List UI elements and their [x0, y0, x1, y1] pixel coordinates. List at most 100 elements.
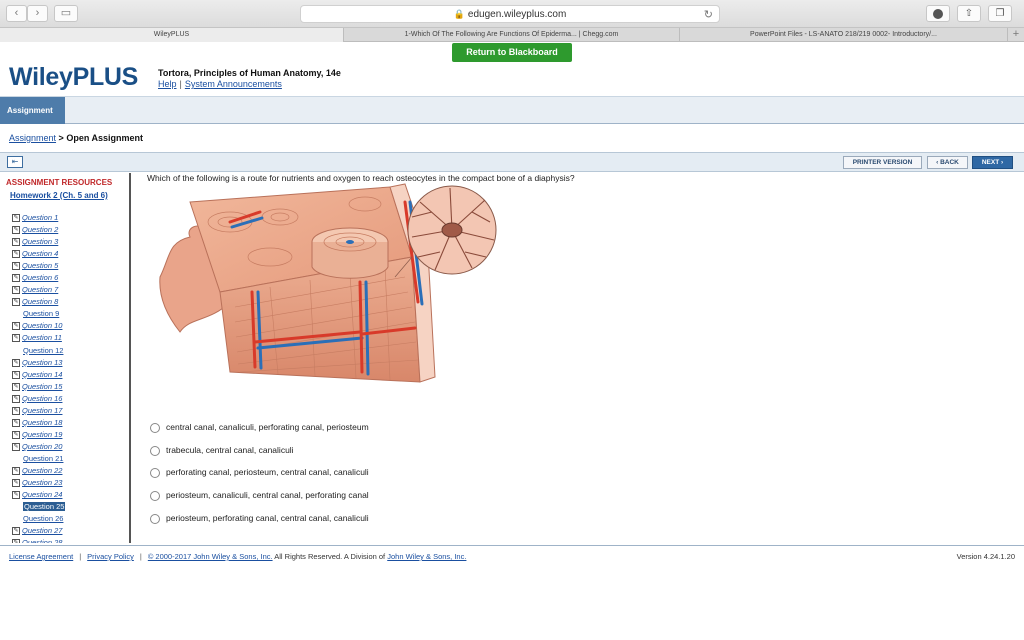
- question-link[interactable]: Question 9: [23, 309, 59, 318]
- sidebar-question-item[interactable]: ✎Question 28: [12, 537, 127, 543]
- license-agreement-link[interactable]: License Agreement: [9, 552, 73, 561]
- sidebar-question-item[interactable]: ✎ Question 13: [12, 357, 127, 369]
- answer-option[interactable]: periosteum, perforating canal, central c…: [150, 513, 470, 525]
- sidebar-question-item[interactable]: Question 21: [12, 453, 127, 465]
- question-link[interactable]: Question 6: [22, 273, 58, 282]
- question-link[interactable]: Question 10: [22, 321, 62, 330]
- radio-button[interactable]: [150, 445, 160, 456]
- new-tab-icon[interactable]: +: [1008, 28, 1024, 42]
- sidebar-question-item[interactable]: ✎ Question 24: [12, 489, 127, 501]
- question-link[interactable]: Question 18: [22, 418, 62, 427]
- sidebar-question-item[interactable]: ✎ Question 14: [12, 369, 127, 381]
- question-link[interactable]: Question 21: [23, 454, 63, 463]
- sidebar-question-item[interactable]: ✎ Question 19: [12, 429, 127, 441]
- sidebar-question-item[interactable]: ✎ Question 4: [12, 248, 127, 260]
- browser-tab-wileyplus[interactable]: WileyPLUS: [0, 28, 344, 42]
- forward-arrow-icon[interactable]: ›: [27, 5, 48, 22]
- sidebar-question-item[interactable]: ✎ Question 8: [12, 296, 127, 308]
- tabs-overview-icon[interactable]: ❐: [988, 5, 1012, 22]
- sidebar-question-item[interactable]: ✎ Question 15: [12, 381, 127, 393]
- tab-assignment[interactable]: Assignment: [0, 97, 65, 124]
- radio-button[interactable]: [150, 422, 160, 433]
- address-bar[interactable]: 🔒 edugen.wileyplus.com ↻: [300, 5, 720, 23]
- answered-check-icon: ✎: [12, 334, 20, 343]
- answer-option[interactable]: periosteum, canaliculi, central canal, p…: [150, 490, 470, 502]
- question-link[interactable]: Question 14: [22, 370, 62, 379]
- sidebar-question-item[interactable]: Question 12: [12, 345, 127, 357]
- sidebar-question-item[interactable]: ✎ Question 3: [12, 236, 127, 248]
- sidebar-question-item[interactable]: ✎ Question 7: [12, 284, 127, 296]
- homework-link[interactable]: Homework 2 (Ch. 5 and 6): [10, 191, 125, 201]
- answered-check-icon: ✎: [12, 226, 20, 235]
- back-arrow-icon[interactable]: ‹: [6, 5, 27, 22]
- browser-tab-powerpoint[interactable]: PowerPoint Files - LS-ANATO 218/219 0002…: [680, 28, 1008, 42]
- question-link[interactable]: Question 16: [22, 394, 62, 403]
- downloads-icon[interactable]: [926, 5, 950, 22]
- sidebar-question-item[interactable]: ✎ Question 20: [12, 441, 127, 453]
- question-link[interactable]: Question 8: [22, 297, 58, 306]
- collapse-sidebar-icon[interactable]: ⇤: [7, 156, 23, 168]
- question-link[interactable]: Question 22: [22, 466, 62, 475]
- sidebar-question-item[interactable]: ✎ Question 11: [12, 332, 127, 344]
- sidebar-question-item[interactable]: ✎ Question 22: [12, 465, 127, 477]
- sidebar-question-item[interactable]: Question 25: [12, 501, 127, 513]
- radio-button[interactable]: [150, 513, 160, 524]
- question-link[interactable]: Question 20: [22, 442, 62, 451]
- browser-tab-chegg[interactable]: 1-Which Of The Following Are Functions O…: [344, 28, 680, 42]
- breadcrumb-assignment-link[interactable]: Assignment: [9, 133, 56, 143]
- question-link[interactable]: Question 4: [22, 249, 58, 258]
- question-link[interactable]: Question 23: [22, 478, 62, 487]
- question-link[interactable]: Question 13: [22, 358, 62, 367]
- answer-label: trabecula, central canal, canaliculi: [166, 445, 294, 455]
- sidebar-question-item[interactable]: Question 26: [12, 513, 127, 525]
- question-link[interactable]: Question 2: [22, 225, 58, 234]
- sidebar-question-item[interactable]: ✎ Question 10: [12, 320, 127, 332]
- sidebar-question-item[interactable]: ✎ Question 27: [12, 525, 127, 537]
- question-link[interactable]: Question 3: [22, 237, 58, 246]
- question-link[interactable]: Question 15: [22, 382, 62, 391]
- question-link[interactable]: Question 5: [22, 261, 58, 270]
- radio-button[interactable]: [150, 490, 160, 501]
- system-announcements-link[interactable]: System Announcements: [185, 79, 282, 89]
- question-link[interactable]: Question 28: [22, 538, 62, 543]
- question-link[interactable]: Question 1: [22, 213, 58, 222]
- next-label: NEXT: [981, 159, 1000, 166]
- next-button[interactable]: NEXT ›: [972, 156, 1013, 169]
- question-link[interactable]: Question 24: [22, 490, 62, 499]
- sidebar-question-item[interactable]: Question 9: [12, 308, 127, 320]
- answer-option[interactable]: perforating canal, periosteum, central c…: [150, 467, 470, 479]
- question-link[interactable]: Question 19: [22, 430, 62, 439]
- answered-check-icon: ✎: [12, 370, 20, 379]
- answer-option[interactable]: trabecula, central canal, canaliculi: [150, 445, 470, 457]
- question-link[interactable]: Question 17: [22, 406, 62, 415]
- sidebar-question-item[interactable]: ✎ Question 1: [12, 212, 127, 224]
- help-links: Help | System Announcements: [158, 79, 282, 89]
- wiley-company-link[interactable]: John Wiley & Sons, Inc.: [387, 552, 466, 561]
- answer-option[interactable]: central canal, canaliculi, perforating c…: [150, 422, 470, 434]
- printer-version-button[interactable]: PRINTER VERSION: [843, 156, 922, 169]
- question-link[interactable]: Question 11: [22, 333, 62, 342]
- return-to-blackboard-button[interactable]: Return to Blackboard: [452, 43, 572, 62]
- sidebar-question-item[interactable]: ✎ Question 6: [12, 272, 127, 284]
- question-link[interactable]: Question 25: [23, 502, 66, 512]
- question-link[interactable]: Question 26: [23, 514, 63, 523]
- back-button[interactable]: ‹ BACK: [927, 156, 968, 169]
- question-link[interactable]: Question 7: [22, 285, 58, 294]
- sidebar-question-item[interactable]: ✎ Question 18: [12, 417, 127, 429]
- share-icon[interactable]: ⇧: [957, 5, 981, 22]
- sidebar-toggle-icon[interactable]: ▭: [54, 5, 78, 22]
- privacy-policy-link[interactable]: Privacy Policy: [87, 552, 134, 561]
- rights-text: All Rights Reserved. A Division of: [274, 552, 386, 561]
- copyright-link[interactable]: © 2000-2017 John Wiley & Sons, Inc.: [148, 552, 273, 561]
- sidebar-question-item[interactable]: ✎ Question 16: [12, 393, 127, 405]
- sidebar-question-item[interactable]: ✎ Question 2: [12, 224, 127, 236]
- sidebar-question-item[interactable]: ✎ Question 5: [12, 260, 127, 272]
- compact-bone-illustration: [159, 183, 497, 383]
- sidebar-question-item[interactable]: ✎ Question 17: [12, 405, 127, 417]
- radio-button[interactable]: [150, 467, 160, 478]
- reload-icon[interactable]: ↻: [704, 7, 713, 23]
- question-link[interactable]: Question 27: [22, 526, 62, 535]
- sidebar-question-item[interactable]: ✎ Question 23: [12, 477, 127, 489]
- help-link[interactable]: Help: [158, 79, 177, 89]
- question-link[interactable]: Question 12: [23, 346, 63, 355]
